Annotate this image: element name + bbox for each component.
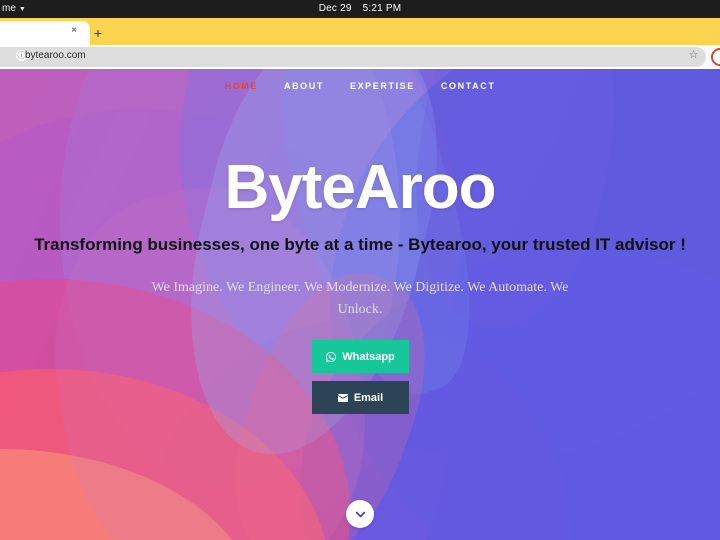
- hero-cta-group: Whatsapp Email: [311, 340, 409, 415]
- envelope-icon: [337, 393, 348, 402]
- nav-item-expertise[interactable]: EXPERTISE: [350, 81, 415, 91]
- hero-tagline: We Imagine. We Engineer. We Modernize. W…: [151, 280, 569, 317]
- hero-title: ByteAroo: [224, 153, 496, 222]
- email-button[interactable]: Email: [311, 381, 409, 415]
- profile-avatar[interactable]: [711, 48, 720, 66]
- email-button-label: Email: [353, 391, 384, 404]
- address-bar[interactable]: [0, 47, 706, 67]
- chevron-down-icon: [355, 511, 365, 517]
- scroll-down-button[interactable]: [346, 500, 374, 528]
- address-bar-url[interactable]: bytearoo.com: [25, 48, 86, 63]
- os-clock-time: 5:21 PM: [362, 3, 402, 14]
- webpage-viewport: HOME ABOUT EXPERTISE CONTACT ByteAroo Tr…: [0, 69, 720, 540]
- close-icon[interactable]: ×: [68, 25, 80, 37]
- whatsapp-button[interactable]: Whatsapp: [311, 340, 409, 374]
- nav-item-about[interactable]: ABOUT: [284, 81, 324, 91]
- os-clock[interactable]: Dec 29 5:21 PM: [0, 0, 720, 18]
- bookmark-star-icon[interactable]: ☆: [687, 49, 700, 62]
- os-top-bar: me ▼ Dec 29 5:21 PM: [0, 0, 720, 18]
- browser-tab-title: [4, 23, 62, 37]
- site-navigation: HOME ABOUT EXPERTISE CONTACT: [0, 69, 720, 103]
- nav-item-home[interactable]: HOME: [225, 81, 258, 91]
- new-tab-button[interactable]: +: [91, 26, 105, 41]
- browser-toolbar: ⓘ bytearoo.com ☆: [0, 45, 720, 69]
- browser-tab-strip: × +: [0, 18, 720, 45]
- whatsapp-icon: [326, 351, 337, 362]
- os-clock-date: Dec 29: [318, 3, 352, 14]
- whatsapp-button-label: Whatsapp: [342, 350, 395, 363]
- hero-section: ByteAroo Transforming businesses, one by…: [0, 103, 720, 540]
- hero-subtitle: Transforming businesses, one byte at a t…: [34, 235, 686, 255]
- nav-item-contact[interactable]: CONTACT: [441, 81, 496, 91]
